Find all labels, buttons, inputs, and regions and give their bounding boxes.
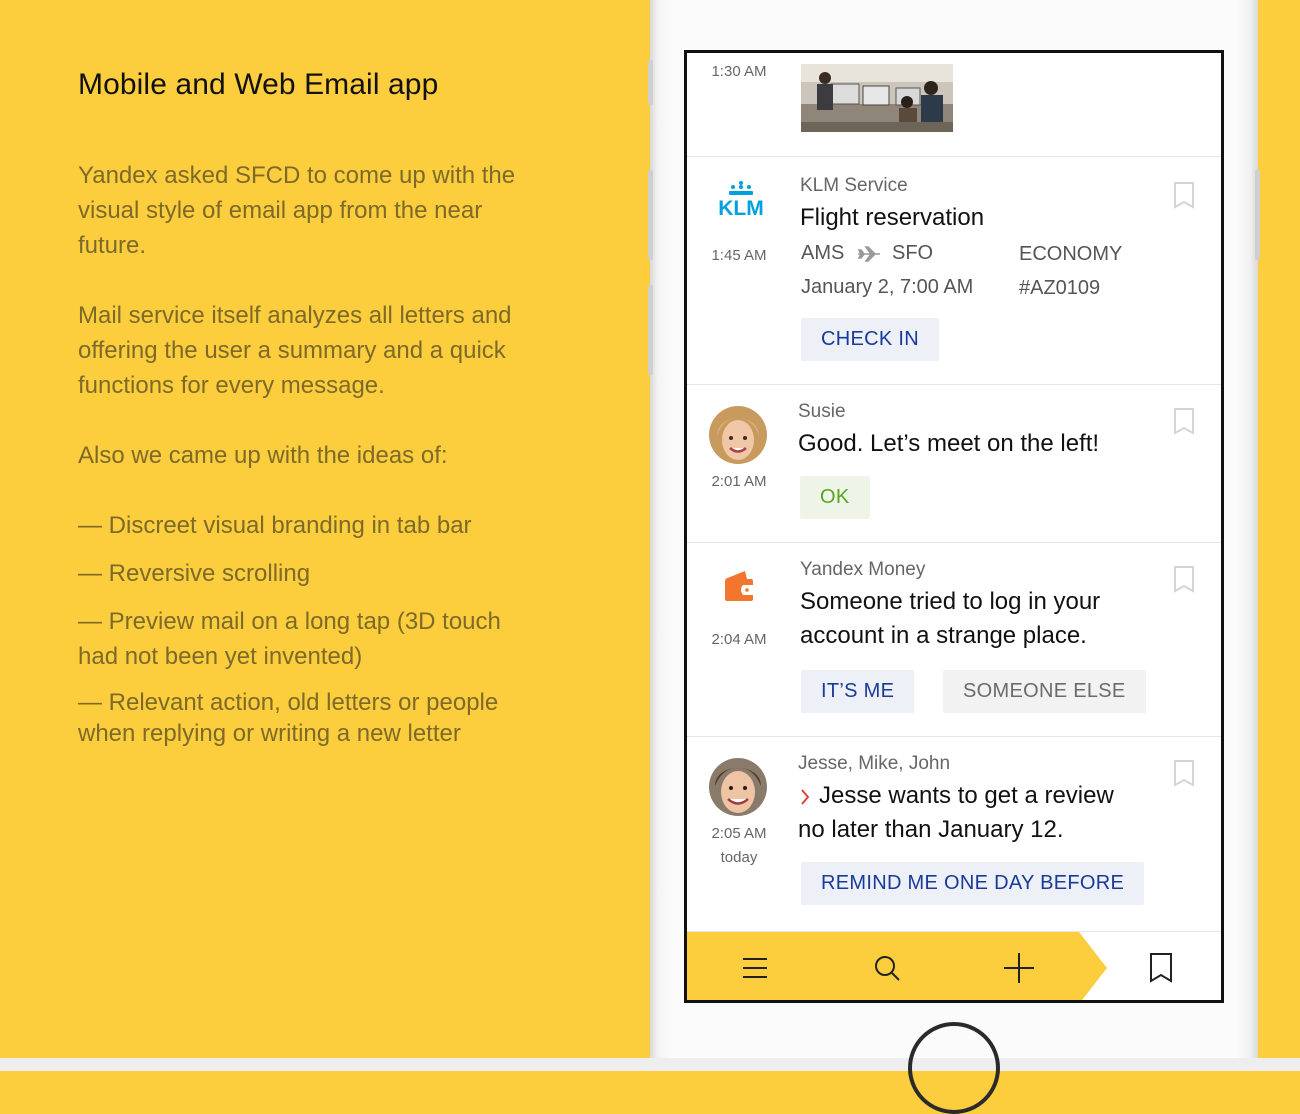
- mail-subject: Good. Let’s meet on the left!: [798, 430, 1100, 457]
- mail-subject: Flight reservation: [800, 204, 985, 231]
- page-title: Mobile and Web Email app: [78, 68, 439, 101]
- mail-time: 2:05 AM: [711, 825, 767, 842]
- mail-item-susie[interactable]: 2:01 AM Susie Good. Let’s meet on the le…: [687, 385, 1221, 543]
- airplane-icon: [857, 245, 881, 268]
- flight-origin: AMS: [801, 242, 845, 264]
- bookmark-icon[interactable]: [1139, 946, 1183, 990]
- bookmark-icon[interactable]: [1173, 759, 1195, 794]
- yandex-money-logo: [723, 569, 755, 603]
- home-button[interactable]: [908, 1022, 1000, 1114]
- booking-number: #AZ0109: [1019, 277, 1101, 299]
- description-paragraph-1: Yandex asked SFCD to come up with the vi…: [78, 162, 516, 259]
- mail-subject-line-1: Jesse wants to get a review: [819, 782, 1114, 809]
- mail-subject-line-2: no later than January 12.: [798, 816, 1064, 843]
- idea-item: — Relevant action, old letters or people…: [78, 689, 499, 747]
- mail-time: 1:30 AM: [711, 63, 767, 80]
- mail-sender: KLM Service: [800, 175, 908, 196]
- mail-time: 2:01 AM: [711, 473, 767, 490]
- description-paragraph-3: Also we came up with the ideas of:: [78, 442, 448, 469]
- klm-logo: KLM: [709, 179, 773, 220]
- description-paragraph-2: Mail service itself analyzes all letters…: [78, 302, 512, 399]
- phone-power-button: [1255, 170, 1260, 260]
- phone-volume-up: [648, 170, 653, 260]
- phone-volume-down: [648, 285, 653, 375]
- mail-subject-line-2: account in a strange place.: [800, 622, 1087, 649]
- mail-item-photo[interactable]: 1:30 AM: [687, 53, 1221, 157]
- mail-day: today: [720, 849, 758, 866]
- ok-button[interactable]: OK: [800, 476, 870, 519]
- bookmark-icon[interactable]: [1173, 407, 1195, 442]
- mail-sender: Susie: [798, 401, 846, 422]
- phone-screen: 1:30 AM KLM 1:45 AM KLM Service Flight r…: [684, 50, 1224, 1003]
- mail-time: 1:45 AM: [711, 247, 767, 264]
- idea-item: — Preview mail on a long tap (3D touch h…: [78, 608, 501, 670]
- bottom-strip: [0, 1058, 1300, 1071]
- idea-item: — Reversive scrolling: [78, 560, 311, 587]
- someone-else-button[interactable]: SOMEONE ELSE: [943, 670, 1146, 713]
- mail-item-klm[interactable]: KLM 1:45 AM KLM Service Flight reservati…: [687, 157, 1221, 385]
- remind-me-button[interactable]: REMIND ME ONE DAY BEFORE: [801, 862, 1145, 905]
- check-in-button[interactable]: CHECK IN: [801, 318, 939, 361]
- its-me-button[interactable]: IT’S ME: [801, 670, 915, 713]
- mail-subject-line-1: Someone tried to log in your: [800, 588, 1101, 615]
- flight-date: January 2, 7:00 AM: [801, 276, 974, 298]
- svg-text:KLM: KLM: [718, 197, 764, 219]
- idea-item: — Discreet visual branding in tab bar: [78, 512, 472, 539]
- plus-icon[interactable]: [997, 946, 1041, 990]
- mail-item-yandex-money[interactable]: 2:04 AM Yandex Money Someone tried to lo…: [687, 543, 1221, 737]
- menu-icon[interactable]: [733, 946, 777, 990]
- flight-class: ECONOMY: [1019, 243, 1123, 265]
- office-photo-thumbnail[interactable]: [801, 64, 953, 132]
- mail-item-jesse[interactable]: 2:05 AM today Jesse, Mike, John Jesse wa…: [687, 737, 1221, 931]
- search-icon[interactable]: [865, 946, 909, 990]
- mail-time: 2:04 AM: [711, 631, 767, 648]
- avatar: [709, 758, 767, 816]
- bookmark-icon[interactable]: [1173, 181, 1195, 216]
- mail-sender: Jesse, Mike, John: [798, 753, 951, 774]
- description-panel: Mobile and Web Email app Yandex asked SF…: [78, 68, 548, 747]
- chevron-right-icon: [799, 787, 811, 812]
- bookmark-icon[interactable]: [1173, 565, 1195, 600]
- mail-sender: Yandex Money: [800, 559, 926, 580]
- tab-bar: [687, 931, 1221, 1000]
- avatar: [709, 406, 767, 464]
- phone-mute-switch: [648, 60, 653, 105]
- flight-destination: SFO: [892, 242, 934, 264]
